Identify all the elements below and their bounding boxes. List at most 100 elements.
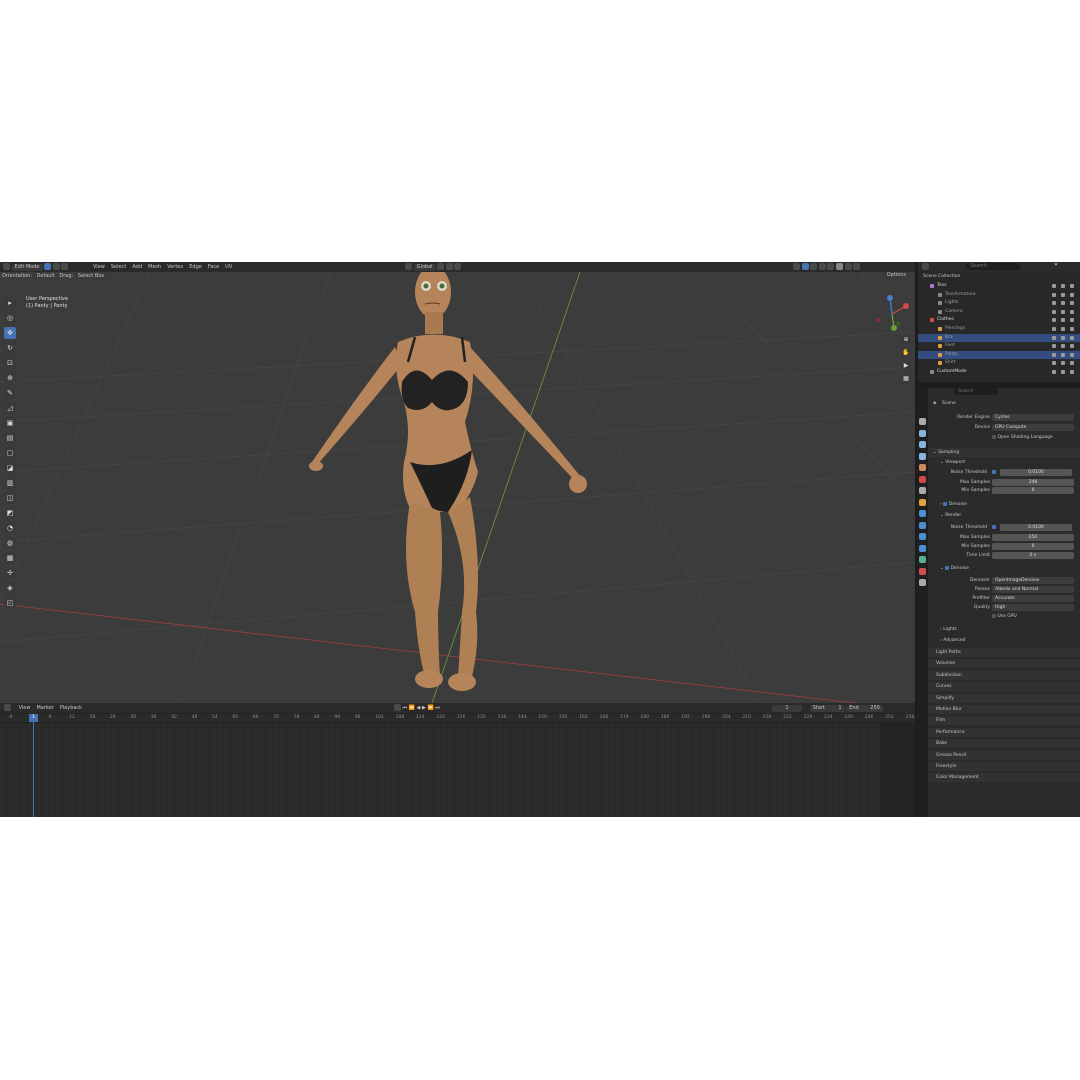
r-min-samples-field[interactable]: 0: [992, 543, 1074, 550]
outliner-item-lights[interactable]: Lights: [918, 299, 1080, 307]
properties-tab-scene-icon[interactable]: [919, 464, 926, 471]
move-tool-icon[interactable]: ✥: [4, 327, 16, 339]
advanced-subpanel[interactable]: › Advanced: [928, 636, 1080, 645]
proportional-edit-icon[interactable]: [454, 263, 462, 270]
gizmo-icon[interactable]: [801, 263, 809, 270]
timeline-editor[interactable]: View Marker Playback ⏮ ⏪ ◀ ▶ ⏩ ⏭ 1 Start 1…: [0, 703, 915, 817]
menu-view[interactable]: View: [93, 264, 105, 270]
render-subpanel-header[interactable]: ⌄ Render: [928, 511, 1080, 520]
outliner-item-bra[interactable]: Bra: [918, 333, 1080, 342]
panel-volumes[interactable]: Volumes: [928, 659, 1080, 669]
camera-icon[interactable]: [1070, 318, 1074, 323]
checkbox-icon[interactable]: [1052, 344, 1056, 349]
vp-noise-checkbox[interactable]: [992, 470, 996, 474]
outliner-item-tess[interactable]: Tess: [918, 282, 1080, 290]
menu-add[interactable]: Add: [132, 264, 142, 270]
menu-select[interactable]: Select: [111, 264, 126, 270]
time-limit-field[interactable]: 0 s: [992, 552, 1074, 559]
rip-tool-icon[interactable]: ◰: [4, 597, 16, 609]
add-cube-tool-icon[interactable]: ▣: [4, 417, 16, 429]
checkbox-icon[interactable]: [1052, 309, 1056, 314]
camera-icon[interactable]: [1070, 284, 1074, 288]
menu-face[interactable]: Face: [208, 264, 219, 270]
viewport-subpanel-header[interactable]: ⌄ Viewport: [928, 458, 1080, 467]
checkbox-icon[interactable]: [1052, 284, 1056, 288]
pivot-icon[interactable]: [437, 263, 445, 270]
render-engine-dropdown[interactable]: Cycles: [992, 414, 1074, 421]
r-denoise-checkbox[interactable]: [945, 565, 950, 570]
outliner-editor-icon[interactable]: [922, 263, 929, 270]
edge-slide-tool-icon[interactable]: ▦: [4, 552, 16, 564]
visibility-icon[interactable]: [793, 263, 800, 270]
rotate-tool-icon[interactable]: ↻: [4, 342, 16, 354]
editor-type-icon[interactable]: [3, 263, 10, 270]
snap-icon[interactable]: [445, 263, 453, 270]
panel-color-management[interactable]: Color Management: [928, 773, 1080, 783]
camera-icon[interactable]: [1070, 309, 1074, 314]
mode-dropdown[interactable]: Edit Mode: [11, 264, 43, 271]
panel-freestyle[interactable]: Freestyle: [928, 762, 1080, 771]
panel-curves[interactable]: Curves: [928, 682, 1080, 692]
camera-icon[interactable]: [1070, 352, 1074, 357]
properties-tab-particles-icon[interactable]: [919, 521, 926, 529]
shrink-tool-icon[interactable]: ✢: [4, 567, 16, 579]
cursor-tool-icon[interactable]: ◎: [4, 312, 16, 324]
timeline-editor-icon[interactable]: [4, 704, 11, 711]
filter-icon[interactable]: ⏷: [1054, 262, 1058, 268]
denoiser-dropdown[interactable]: OpenImageDenoise: [992, 577, 1074, 584]
properties-tab-collection-icon[interactable]: [919, 487, 926, 494]
start-frame-field[interactable]: Start 1: [809, 705, 845, 712]
checkbox-icon[interactable]: [1052, 301, 1056, 306]
panel-film[interactable]: Film: [928, 716, 1080, 726]
poly-build-tool-icon[interactable]: ◩: [4, 507, 16, 519]
osl-checkbox[interactable]: [992, 434, 996, 439]
camera-view-icon[interactable]: ▶: [901, 361, 911, 371]
lights-subpanel[interactable]: › Lights: [928, 625, 1080, 634]
outliner-search-input[interactable]: Search: [966, 263, 1020, 270]
panel-simplify[interactable]: Simplify: [928, 693, 1080, 703]
properties-tab-world-icon[interactable]: [919, 475, 926, 483]
knife-tool-icon[interactable]: ◫: [4, 492, 16, 504]
camera-icon[interactable]: [1070, 301, 1074, 306]
properties-tab-tool-icon[interactable]: [919, 418, 926, 425]
properties-tab-material-icon[interactable]: [919, 567, 926, 575]
outliner-item-feet[interactable]: Feet: [918, 342, 1080, 350]
inset-tool-icon[interactable]: ▢: [4, 447, 16, 459]
vp-denoise-subpanel[interactable]: › Denoise: [928, 500, 1080, 509]
eye-icon[interactable]: [1061, 292, 1065, 297]
menu-edge[interactable]: Edge: [189, 264, 202, 270]
camera-icon[interactable]: [1070, 327, 1074, 331]
outliner-item-custommode[interactable]: CustomMode: [918, 368, 1080, 376]
eye-icon[interactable]: [1061, 344, 1065, 349]
panel-grease-pencil[interactable]: Grease Pencil: [928, 750, 1080, 760]
eye-icon[interactable]: [1061, 352, 1065, 357]
checkbox-icon[interactable]: [1052, 292, 1056, 297]
device-dropdown[interactable]: GPU Compute: [992, 424, 1074, 431]
extrude-tool-icon[interactable]: ▤: [4, 432, 16, 444]
overlay-icon[interactable]: [810, 263, 818, 270]
jump-start-icon[interactable]: ⏮: [403, 705, 408, 711]
menu-uv[interactable]: UV: [225, 264, 232, 270]
panel-light-paths[interactable]: Light Paths: [928, 648, 1080, 657]
spin-tool-icon[interactable]: ◔: [4, 522, 16, 534]
checkbox-icon[interactable]: [1052, 370, 1056, 374]
properties-tab-texture-icon[interactable]: [919, 579, 926, 586]
r-noise-field[interactable]: 0.0100: [1000, 524, 1072, 531]
pan-hand-icon[interactable]: ✋: [901, 348, 911, 358]
camera-icon[interactable]: [1070, 335, 1074, 340]
properties-tab-constraints-icon[interactable]: [919, 544, 926, 552]
properties-tab-view-layer-icon[interactable]: [919, 452, 926, 460]
eye-icon[interactable]: [1061, 335, 1065, 340]
eye-icon[interactable]: [1061, 318, 1065, 323]
loop-cut-tool-icon[interactable]: ▥: [4, 477, 16, 489]
transform-orientation-icon[interactable]: [405, 263, 412, 270]
face-select-icon[interactable]: [61, 263, 69, 270]
outliner-item-panty[interactable]: Panty: [918, 350, 1080, 359]
playhead-frame-badge[interactable]: 1: [29, 714, 38, 722]
timeline-menu-view[interactable]: View: [19, 705, 31, 711]
checkbox-icon[interactable]: [1052, 327, 1056, 331]
solid-shading-icon[interactable]: [835, 263, 843, 270]
wireframe-shading-icon[interactable]: [827, 263, 835, 270]
edge-select-icon[interactable]: [52, 263, 60, 270]
menu-mesh[interactable]: Mesh: [148, 264, 161, 270]
